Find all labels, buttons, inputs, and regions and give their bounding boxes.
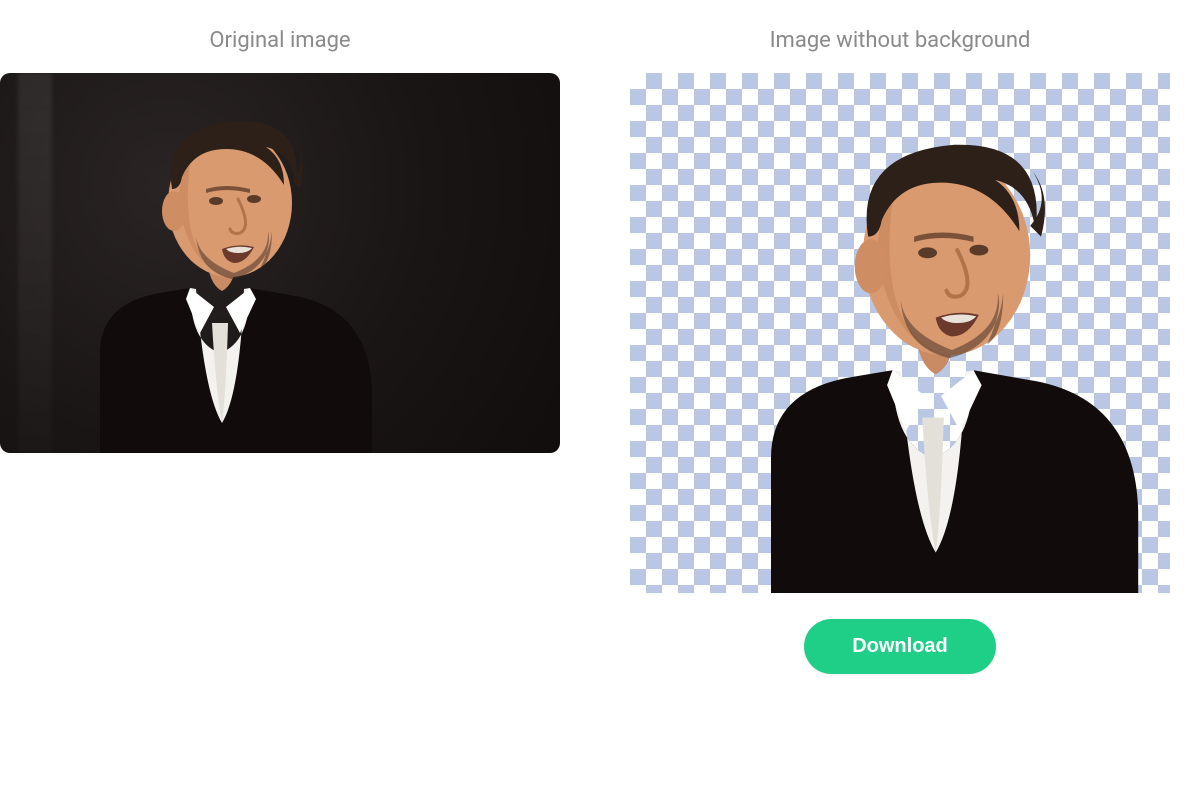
download-button[interactable]: Download bbox=[804, 619, 996, 674]
original-figure bbox=[40, 93, 400, 453]
nobg-figure bbox=[690, 107, 1170, 593]
original-image-panel bbox=[0, 73, 560, 453]
nobg-image-panel bbox=[630, 73, 1170, 593]
original-caption: Original image bbox=[209, 28, 350, 53]
nobg-caption: Image without background bbox=[770, 28, 1031, 53]
